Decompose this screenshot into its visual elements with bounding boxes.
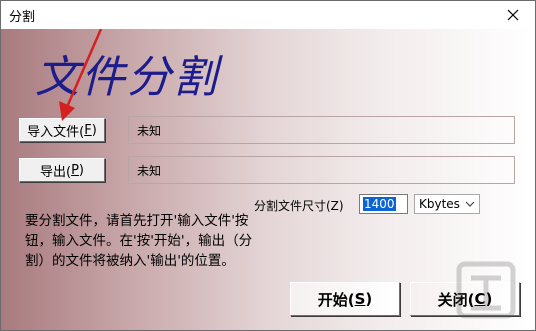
start-button[interactable]: 开始(S) bbox=[290, 282, 400, 316]
title-bar: 分割 bbox=[1, 1, 535, 29]
banner-title: 文件分割 bbox=[35, 52, 219, 103]
start-button-label: 开始( bbox=[317, 290, 355, 309]
export-path-value: 未知 bbox=[137, 163, 162, 178]
import-file-field[interactable]: 未知 bbox=[128, 116, 515, 144]
split-dialog: 分割 文件分割 导入文件(F) 未知 导出(P) 未知 分割文件尺寸(Z) 14… bbox=[0, 0, 536, 331]
close-window-button[interactable] bbox=[491, 1, 535, 29]
export-button-suffix: ) bbox=[78, 162, 84, 178]
import-file-value: 未知 bbox=[137, 123, 162, 138]
unit-select-value: Kbytes bbox=[419, 197, 460, 211]
export-path-field[interactable]: 未知 bbox=[128, 156, 515, 184]
dialog-body: 文件分割 导入文件(F) 未知 导出(P) 未知 分割文件尺寸(Z) 1400 … bbox=[1, 29, 535, 330]
start-button-suffix: ) bbox=[365, 290, 373, 308]
export-button-hotkey: P bbox=[71, 162, 79, 178]
split-size-value: 1400 bbox=[363, 197, 396, 211]
export-button[interactable]: 导出(P) bbox=[19, 158, 105, 182]
chevron-down-icon bbox=[465, 201, 475, 207]
watermark-logo bbox=[456, 261, 516, 319]
export-button-label: 导出( bbox=[40, 164, 72, 180]
start-button-hotkey: S bbox=[354, 290, 366, 308]
instructions-text: 要分割文件，请首先打开'输入文件'按钮，输入文件。在'按'开始'，输出（分割）的… bbox=[25, 213, 253, 269]
window-title: 分割 bbox=[9, 10, 36, 25]
import-button-hotkey: F bbox=[84, 122, 92, 138]
unit-select[interactable]: Kbytes bbox=[414, 194, 480, 214]
import-button-label: 导入文件( bbox=[27, 124, 85, 140]
import-button-suffix: ) bbox=[91, 122, 97, 138]
split-size-input[interactable]: 1400 bbox=[359, 194, 408, 214]
import-file-button[interactable]: 导入文件(F) bbox=[19, 118, 105, 142]
close-icon bbox=[507, 9, 519, 21]
